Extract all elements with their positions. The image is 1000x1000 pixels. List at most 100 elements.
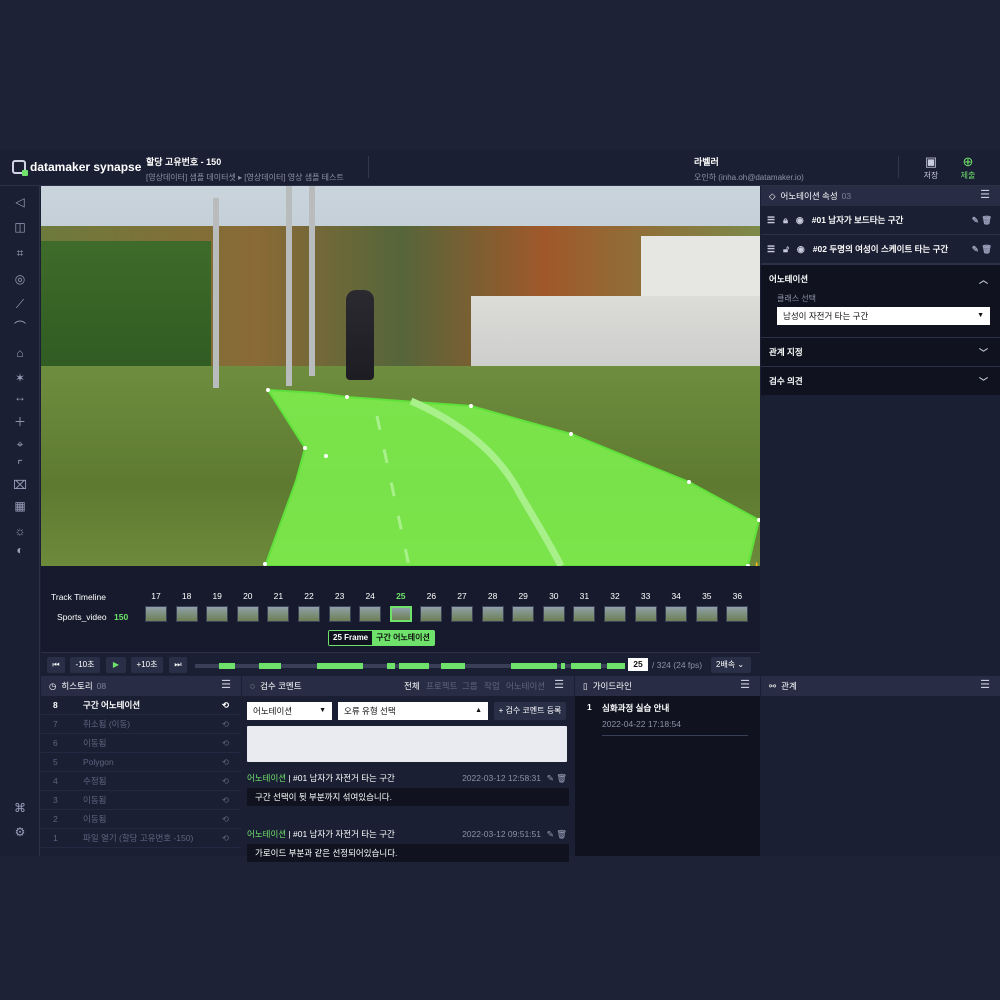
forward-button[interactable]: +10초 xyxy=(131,657,163,673)
menu-icon[interactable]: ☰ xyxy=(980,680,990,691)
bbox-tool-icon[interactable]: ◫ xyxy=(12,219,28,235)
register-comment-button[interactable]: + 검수 코멘트 등록 xyxy=(494,702,566,720)
crop-icon[interactable]: ⌧ xyxy=(12,477,28,493)
frame-number[interactable]: 23 xyxy=(330,591,350,601)
edit-delete-icons[interactable]: ✎ 🗑︎ xyxy=(972,244,992,255)
undo-icon[interactable]: ⟲ xyxy=(222,700,229,711)
undo-icon[interactable]: ⟲ xyxy=(222,776,229,787)
frame-thumbnail[interactable] xyxy=(542,606,565,622)
frame-thumbnail[interactable] xyxy=(359,606,382,622)
speed-select[interactable]: 2배속 ⌄ xyxy=(711,657,751,673)
grid-icon[interactable]: ▦ xyxy=(12,498,28,514)
history-row[interactable]: 5 Polygon ⟲ xyxy=(41,753,241,772)
undo-icon[interactable]: ⟲ xyxy=(222,738,229,749)
crop-tool-icon[interactable]: ⌗ xyxy=(12,245,28,261)
rewind-button[interactable]: -10초 xyxy=(70,657,100,673)
frame-number[interactable]: 20 xyxy=(238,591,258,601)
polyline-tool-icon[interactable]: ⟋ xyxy=(12,296,28,312)
frame-thumbnail[interactable] xyxy=(236,606,259,622)
tab-project[interactable]: 프로젝트 xyxy=(426,680,457,692)
polygon-annotation[interactable] xyxy=(41,186,760,566)
shortcut-icon[interactable]: ⌘ xyxy=(12,800,28,816)
menu-icon[interactable]: ☰ xyxy=(221,680,231,691)
frame-number[interactable]: 30 xyxy=(544,591,564,601)
settings-gear-icon[interactable]: ⚙ xyxy=(12,824,28,840)
history-row[interactable]: 7 취소됨 (이동) ⟲ xyxy=(41,715,241,734)
frame-thumbnail[interactable] xyxy=(145,606,167,622)
frame-thumbnail[interactable] xyxy=(726,606,749,622)
menu-icon[interactable]: ☰ xyxy=(740,680,750,691)
frame-thumbnail[interactable] xyxy=(604,606,626,622)
curve-tool-icon[interactable]: ⌒ xyxy=(12,319,28,335)
skip-start-icon[interactable]: ⏮ xyxy=(47,657,65,673)
frame-thumbnail[interactable] xyxy=(481,606,504,622)
annotation-section[interactable]: 어노테이션 ︿ xyxy=(761,264,1000,293)
edit-delete-icons[interactable]: ✎ 🗑︎ xyxy=(972,215,992,226)
brightness-icon[interactable]: ☼ xyxy=(12,523,28,539)
menu-icon[interactable]: ☰ xyxy=(554,680,564,691)
undo-icon[interactable]: ⟲ xyxy=(222,719,229,730)
frame-number[interactable]: 24 xyxy=(360,591,380,601)
history-row[interactable]: 1 파일 열기 (할당 고유번호 -150) ⟲ xyxy=(41,829,241,848)
frame-number[interactable]: 33 xyxy=(636,591,656,601)
history-row[interactable]: 4 수정됨 ⟲ xyxy=(41,772,241,791)
plus-tool-icon[interactable]: ＋ xyxy=(12,414,28,430)
frame-thumbnail[interactable] xyxy=(420,606,443,622)
select-tool-icon[interactable]: ◁ xyxy=(12,194,28,210)
measure-tool-icon[interactable]: ↔ xyxy=(12,389,28,405)
lock-icon[interactable]: 🔒︎ xyxy=(783,215,788,226)
history-row[interactable]: 6 이동됨 ⟲ xyxy=(41,734,241,753)
frame-thumbnail[interactable] xyxy=(451,606,473,622)
type-select[interactable]: 어노테이션 ▼ xyxy=(247,702,332,720)
tab-all[interactable]: 전체 xyxy=(404,680,420,692)
frame-thumbnail[interactable] xyxy=(298,606,320,622)
frame-thumbnail[interactable] xyxy=(695,606,718,622)
edit-delete-icons[interactable]: ✎ 🗑︎ xyxy=(547,768,567,788)
frame-number[interactable]: 17 xyxy=(146,591,166,601)
skip-end-icon[interactable]: ⏭ xyxy=(169,657,187,673)
frame-number[interactable]: 29 xyxy=(513,591,533,601)
tab-group[interactable]: 그룹 xyxy=(462,680,478,692)
frame-number[interactable]: 34 xyxy=(666,591,686,601)
play-icon[interactable]: ▶ xyxy=(106,657,126,673)
frame-number[interactable]: 21 xyxy=(268,591,288,601)
point-tool-icon[interactable]: ◎ xyxy=(12,271,28,287)
annotation-item[interactable]: ☰ 🔒︎ ◉ #01 남자가 보드타는 구간 ✎ 🗑︎ xyxy=(761,206,1000,235)
location-tool-icon[interactable]: ⌖ xyxy=(12,436,28,452)
frame-number[interactable]: 27 xyxy=(452,591,472,601)
frame-number[interactable]: 36 xyxy=(727,591,747,601)
frame-thumbnail[interactable] xyxy=(267,606,290,622)
guideline-item[interactable]: 1 심화과정 실습 안내 xyxy=(587,702,748,714)
drag-handle-icon[interactable]: ☰ xyxy=(767,215,775,226)
error-type-select[interactable]: 오류 유형 선택 ▲ xyxy=(338,702,488,720)
annotation-item[interactable]: ☰ 🔓︎ ◉ #02 두명의 여성이 스케이트 타는 구간 ✎ 🗑︎ xyxy=(761,235,1000,264)
review-section[interactable]: 검수 의견 ﹀ xyxy=(761,366,1000,395)
comment-textarea[interactable] xyxy=(247,726,567,762)
frame-number[interactable]: 28 xyxy=(483,591,503,601)
polygon-tool-icon[interactable]: ⌂ xyxy=(12,345,28,361)
save-button[interactable]: ▣ 저장 xyxy=(917,154,945,181)
frame-thumbnail[interactable] xyxy=(175,606,198,622)
menu-icon[interactable]: ☰ xyxy=(980,190,990,201)
keypoint-tool-icon[interactable]: ✶ xyxy=(12,370,28,386)
undo-icon[interactable]: ⟲ xyxy=(222,757,229,768)
corner-tool-icon[interactable]: ⌜ xyxy=(12,457,28,473)
frame-thumbnail[interactable] xyxy=(634,606,657,622)
undo-icon[interactable]: ⟲ xyxy=(222,795,229,806)
frame-thumbnail[interactable] xyxy=(573,606,596,622)
frame-thumbnail[interactable] xyxy=(328,606,351,622)
eye-icon[interactable]: ◉ xyxy=(796,215,804,226)
history-row[interactable]: 8 구간 어노테이션 ⟲ xyxy=(41,696,241,715)
frame-number[interactable]: 18 xyxy=(177,591,197,601)
frame-number[interactable]: 35 xyxy=(697,591,717,601)
tab-task[interactable]: 작업 xyxy=(484,680,500,692)
drag-handle-icon[interactable]: ☰ xyxy=(767,244,775,255)
eye-icon[interactable]: ◉ xyxy=(797,244,805,255)
history-row[interactable]: 3 이동됨 ⟲ xyxy=(41,791,241,810)
edit-delete-icons[interactable]: ✎ 🗑︎ xyxy=(547,824,567,844)
class-select[interactable]: 남성이 자전거 타는 구간 ▼ xyxy=(777,307,990,325)
undo-icon[interactable]: ⟲ xyxy=(222,814,229,825)
frame-number[interactable]: 32 xyxy=(605,591,625,601)
frame-thumbnail[interactable] xyxy=(665,606,688,622)
contrast-icon[interactable]: ◐ xyxy=(12,542,28,558)
